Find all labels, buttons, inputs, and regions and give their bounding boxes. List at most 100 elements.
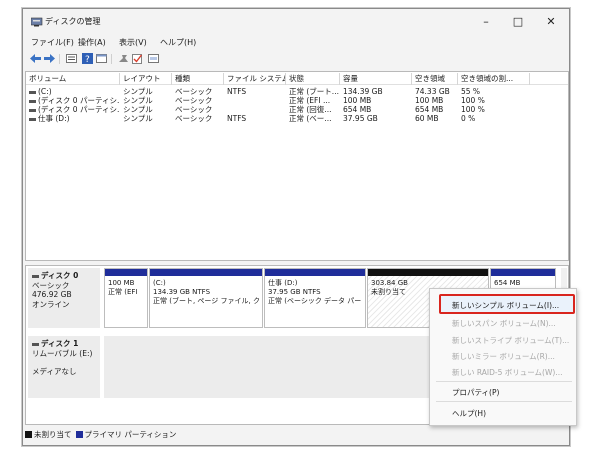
cell-volume: (C:) (29, 87, 119, 96)
col-type[interactable]: 種類 (172, 73, 224, 85)
cell-free-space: 654 MB (415, 105, 444, 114)
partition-c[interactable]: (C:) 134.39 GB NTFS 正常 (ブート, ページ ファイル, ク (149, 268, 263, 328)
table-row[interactable]: (C:) シンプル ベーシック NTFS 正常 (ブート... 134.39 G… (26, 87, 568, 96)
col-free-space[interactable]: 空き領域 (412, 73, 458, 85)
disk1-status: メディアなし (32, 367, 77, 376)
minimize-button[interactable]: – (471, 12, 501, 30)
menu-file[interactable]: ファイル(F) (31, 37, 74, 48)
pin-icon[interactable] (117, 53, 129, 64)
disk1-title-text: ディスク 1 (41, 339, 79, 348)
back-arrow-icon[interactable] (29, 53, 41, 64)
cell-layout: シンプル (123, 105, 153, 114)
menu-action[interactable]: 操作(A) (78, 37, 106, 48)
svg-text:?: ? (85, 55, 90, 64)
disk-management-icon (30, 17, 43, 27)
menu-new-striped-volume[interactable]: 新しいストライプ ボリューム(T)... (452, 335, 569, 346)
cell-capacity: 654 MB (343, 105, 372, 114)
menu-help[interactable]: ヘルプ(H) (160, 37, 196, 48)
disk1-type: リムーバブル (E:) (32, 348, 93, 358)
cell-volume-text: (ディスク 0 パーティシ... (38, 96, 119, 105)
menu-view[interactable]: 表示(V) (119, 37, 147, 48)
cell-free-percent: 55 % (461, 87, 481, 96)
cell-free-space: 100 MB (415, 96, 444, 105)
table-row[interactable]: (ディスク 0 パーティシ... シンプル ベーシック 正常 (EFI ... … (26, 96, 568, 105)
menu-properties[interactable]: プロパティ(P) (452, 387, 499, 398)
check-icon[interactable] (131, 53, 143, 64)
menu-help-item[interactable]: ヘルプ(H) (452, 408, 486, 419)
partition-line2: 654 MB (494, 279, 521, 287)
window-title: ディスクの管理 (45, 17, 101, 26)
cell-volume-text: (ディスク 0 パーティシ... (38, 105, 119, 114)
col-filesystem[interactable]: ファイル システム (224, 73, 286, 85)
partition-line2: 37.95 GB NTFS (268, 288, 321, 296)
help-icon[interactable]: ? (81, 53, 93, 64)
legend: 未割り当て プライマリ パーティション (25, 429, 176, 440)
cell-type: ベーシック (175, 87, 213, 96)
disk0-label[interactable]: ディスク 0 ベーシック 476.92 GB オンライン (28, 268, 100, 328)
col-layout[interactable]: レイアウト (120, 73, 172, 85)
partition-bar (368, 269, 488, 276)
drive-icon (29, 117, 36, 121)
cell-layout: シンプル (123, 87, 153, 96)
primary-swatch (75, 431, 83, 438)
disk0-title: ディスク 0 (32, 271, 96, 281)
disk-icon (32, 342, 39, 346)
cell-capacity: 37.95 GB (343, 114, 378, 123)
cell-volume-text: 仕事 (D:) (38, 114, 70, 123)
col-volume[interactable]: ボリューム (26, 73, 120, 85)
properties-icon[interactable] (147, 53, 159, 64)
maximize-button[interactable]: □ (503, 12, 533, 30)
cell-status: 正常 (回復... (289, 105, 332, 114)
col-free-percent[interactable]: 空き領域の割... (458, 73, 530, 85)
disk0-type: ベーシック (32, 280, 70, 290)
partition-line2: 134.39 GB NTFS (153, 288, 211, 296)
toolbar: ? (23, 51, 569, 67)
cell-layout: シンプル (123, 114, 153, 123)
table-row[interactable]: (ディスク 0 パーティシ... シンプル ベーシック 正常 (回復... 65… (26, 105, 568, 114)
disk0-status: オンライン (32, 299, 70, 309)
partition-line2: 303.84 GB (371, 279, 408, 287)
console-icon[interactable] (95, 53, 107, 64)
cell-type: ベーシック (175, 114, 213, 123)
cell-filesystem: NTFS (227, 114, 247, 123)
close-button[interactable]: ✕ (536, 12, 566, 30)
drive-icon (29, 90, 36, 94)
disk0-title-text: ディスク 0 (41, 271, 79, 280)
partition-efi[interactable]: 100 MB 正常 (EFI (104, 268, 148, 328)
cell-volume: (ディスク 0 パーティシ... (29, 96, 119, 105)
partition-bar (105, 269, 147, 276)
cell-filesystem: NTFS (227, 87, 247, 96)
partition-bar (491, 269, 555, 276)
context-menu: 新しいシンプル ボリューム(I)... 新しいスパン ボリューム(N)... 新… (429, 288, 577, 426)
cell-capacity: 134.39 GB (343, 87, 383, 96)
table-row[interactable]: 仕事 (D:) シンプル ベーシック NTFS 正常 (ベー... 37.95 … (26, 114, 568, 123)
menu-separator (436, 401, 572, 402)
cell-free-percent: 100 % (461, 105, 485, 114)
menu-new-raid5-volume[interactable]: 新しい RAID-5 ボリューム(W)... (452, 367, 562, 378)
cell-status: 正常 (EFI ... (289, 96, 331, 105)
drive-icon (29, 108, 36, 112)
legend-primary: プライマリ パーティション (84, 430, 177, 439)
menu-new-spanned-volume[interactable]: 新しいスパン ボリューム(N)... (452, 318, 556, 329)
menu-separator (436, 381, 572, 382)
menu-new-simple-volume[interactable]: 新しいシンプル ボリューム(I)... (452, 300, 559, 311)
disk-icon (32, 274, 39, 278)
partition-line2: 100 MB (108, 279, 135, 287)
disk1-title: ディスク 1 (32, 339, 96, 349)
partition-line1: 仕事 (D:) (268, 279, 298, 287)
disk1-label[interactable]: ディスク 1 リムーバブル (E:) メディアなし (28, 336, 100, 398)
list-view-icon[interactable] (65, 53, 77, 64)
cell-type: ベーシック (175, 105, 213, 114)
menu-new-mirrored-volume[interactable]: 新しいミラー ボリューム(R)... (452, 351, 555, 362)
partition-bar (265, 269, 365, 276)
legend-unallocated: 未割り当て (34, 430, 72, 439)
partition-d[interactable]: 仕事 (D:) 37.95 GB NTFS 正常 (ベーシック データ パー (264, 268, 366, 328)
disk0-size: 476.92 GB (32, 290, 72, 299)
partition-bar (150, 269, 262, 276)
col-status[interactable]: 状態 (286, 73, 340, 85)
cell-free-space: 74.33 GB (415, 87, 450, 96)
forward-arrow-icon[interactable] (43, 53, 55, 64)
col-capacity[interactable]: 容量 (340, 73, 412, 85)
title-bar: ディスクの管理 – □ ✕ (23, 9, 569, 33)
cell-volume: (ディスク 0 パーティシ... (29, 105, 119, 114)
